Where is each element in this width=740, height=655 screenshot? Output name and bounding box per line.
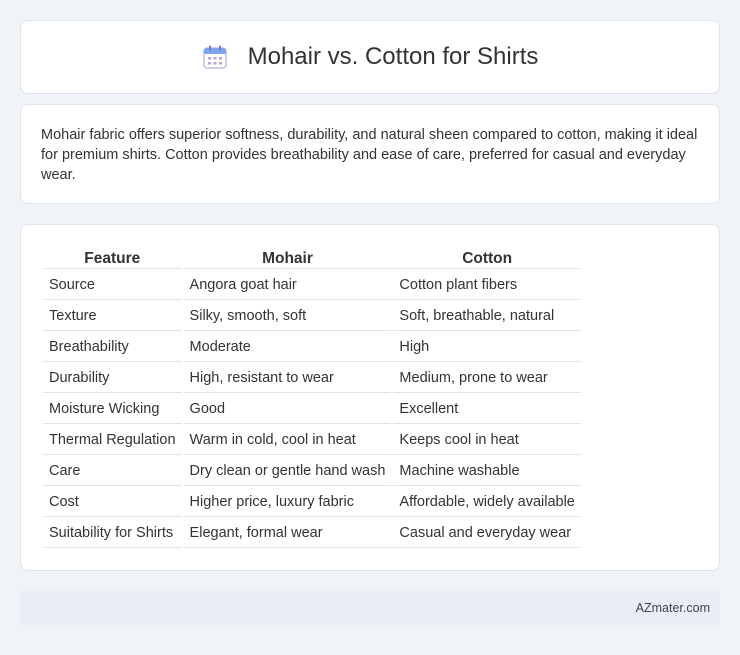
- table-cell: Elegant, formal wear: [183, 519, 392, 548]
- table-cell: Warm in cold, cool in heat: [183, 426, 392, 455]
- column-header-cotton: Cotton: [393, 249, 581, 269]
- footer: AZmater.com: [20, 591, 720, 625]
- table-cell: Excellent: [393, 395, 581, 424]
- table-cell: Suitability for Shirts: [43, 519, 182, 548]
- table-row: Thermal Regulation Warm in cold, cool in…: [43, 426, 581, 455]
- table-cell: Casual and everyday wear: [393, 519, 581, 548]
- table-cell: Source: [43, 271, 182, 300]
- column-header-mohair: Mohair: [183, 249, 392, 269]
- table-cell: High: [393, 333, 581, 362]
- table-cell: Moisture Wicking: [43, 395, 182, 424]
- description-card: Mohair fabric offers superior softness, …: [20, 104, 720, 204]
- table-cell: Moderate: [183, 333, 392, 362]
- footer-brand-link[interactable]: AZmater.com: [636, 601, 710, 615]
- header-card: Mohair vs. Cotton for Shirts: [20, 20, 720, 94]
- table-row: Breathability Moderate High: [43, 333, 581, 362]
- table-row: Source Angora goat hair Cotton plant fib…: [43, 271, 581, 300]
- table-cell: Machine washable: [393, 457, 581, 486]
- table-cell: Soft, breathable, natural: [393, 302, 581, 331]
- table-cell: Thermal Regulation: [43, 426, 182, 455]
- table-cell: Higher price, luxury fabric: [183, 488, 392, 517]
- table-header-row: Feature Mohair Cotton: [43, 249, 581, 269]
- table-row: Suitability for Shirts Elegant, formal w…: [43, 519, 581, 548]
- table-row: Cost Higher price, luxury fabric Afforda…: [43, 488, 581, 517]
- header: Mohair vs. Cotton for Shirts: [202, 43, 539, 71]
- calendar-icon: [202, 45, 227, 69]
- table-row: Durability High, resistant to wear Mediu…: [43, 364, 581, 393]
- comparison-table-card: Feature Mohair Cotton Source Angora goat…: [20, 224, 720, 571]
- page-title: Mohair vs. Cotton for Shirts: [247, 43, 539, 70]
- table-cell: Care: [43, 457, 182, 486]
- table-cell: Medium, prone to wear: [393, 364, 581, 393]
- table-cell: Good: [183, 395, 392, 424]
- table-row: Texture Silky, smooth, soft Soft, breath…: [43, 302, 581, 331]
- table-cell: Dry clean or gentle hand wash: [183, 457, 392, 486]
- table-row: Care Dry clean or gentle hand wash Machi…: [43, 457, 581, 486]
- table-cell: Keeps cool in heat: [393, 426, 581, 455]
- description-text: Mohair fabric offers superior softness, …: [41, 127, 698, 183]
- table-cell: High, resistant to wear: [183, 364, 392, 393]
- column-header-feature: Feature: [43, 249, 182, 269]
- table-cell: Breathability: [43, 333, 182, 362]
- table-cell: Silky, smooth, soft: [183, 302, 392, 331]
- table-cell: Angora goat hair: [183, 271, 392, 300]
- table-row: Moisture Wicking Good Excellent: [43, 395, 581, 424]
- table-cell: Durability: [43, 364, 182, 393]
- table-cell: Cotton plant fibers: [393, 271, 581, 300]
- table-cell: Affordable, widely available: [393, 488, 581, 517]
- comparison-table: Feature Mohair Cotton Source Angora goat…: [41, 247, 583, 550]
- table-cell: Texture: [43, 302, 182, 331]
- table-cell: Cost: [43, 488, 182, 517]
